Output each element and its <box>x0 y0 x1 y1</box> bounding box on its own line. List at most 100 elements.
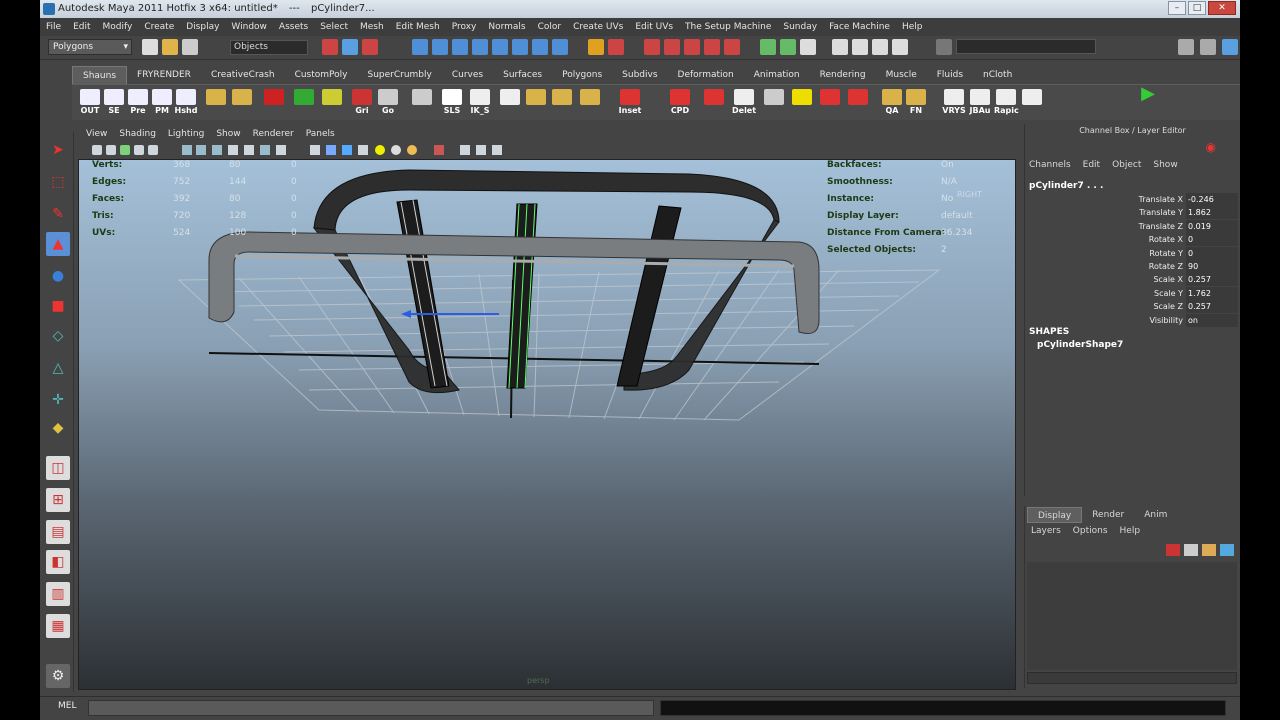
attr-value[interactable]: 1.862 <box>1186 206 1238 220</box>
new-scene-icon[interactable] <box>142 39 158 55</box>
shelf-button-icon-6[interactable] <box>230 89 254 117</box>
shelf-button-icon-18[interactable] <box>578 89 602 117</box>
layout-uv-icon[interactable]: ▦ <box>46 614 70 638</box>
shelf-tab-rendering[interactable]: Rendering <box>810 66 876 84</box>
menu-display[interactable]: Display <box>186 22 219 32</box>
shelf-button-pm[interactable]: PM <box>150 89 174 117</box>
open-scene-icon[interactable] <box>162 39 178 55</box>
attr-value[interactable]: 90 <box>1186 260 1238 273</box>
attr-row-scale-x[interactable]: Scale X 0.257 <box>1029 273 1238 287</box>
shelf-tab-ncloth[interactable]: nCloth <box>973 66 1022 84</box>
tool-settings-icon[interactable] <box>800 39 816 55</box>
rotate-tool-icon[interactable]: ● <box>46 264 70 288</box>
shelf-button-icon-17[interactable] <box>550 89 574 117</box>
layer-tab-anim[interactable]: Anim <box>1134 507 1177 523</box>
shelf-button-cpd[interactable]: CPD <box>668 89 692 117</box>
shelf-tab-polygons[interactable]: Polygons <box>552 66 612 84</box>
mel-label[interactable]: MEL <box>58 701 76 711</box>
snap-curve-icon[interactable] <box>432 39 448 55</box>
shelf-button-icon-21[interactable] <box>702 89 726 117</box>
lasso-tool-icon[interactable]: ⬚ <box>46 170 70 194</box>
attr-value[interactable]: 0 <box>1186 246 1238 260</box>
select-by-object-icon[interactable] <box>342 39 358 55</box>
menu-create-uvs[interactable]: Create UVs <box>573 22 623 32</box>
shelf-button-pre[interactable]: Pre <box>126 89 150 117</box>
channel-box-icon[interactable]: ◉ <box>1206 140 1216 154</box>
attr-value[interactable]: -0.246 <box>1186 193 1238 206</box>
minimize-icon[interactable]: – <box>1168 1 1186 15</box>
view-cube-label[interactable]: RIGHT <box>957 190 982 199</box>
shape-node-name[interactable]: pCylinderShape7 <box>1037 340 1123 350</box>
layout-persp-graph-icon[interactable]: ◧ <box>46 550 70 574</box>
attr-row-rotate-y[interactable]: Rotate Y0 <box>1029 246 1238 260</box>
menu-modify[interactable]: Modify <box>103 22 133 32</box>
new-empty-layer-icon[interactable] <box>1184 544 1198 556</box>
attr-row-scale-y[interactable]: Scale Y 1.762 <box>1029 286 1238 300</box>
attr-row-translate-y[interactable]: Translate Y 1.862 <box>1029 206 1238 220</box>
lock-icon[interactable] <box>588 39 604 55</box>
show-manipulator-icon[interactable]: ✛ <box>46 388 70 412</box>
attr-value[interactable]: on <box>1186 313 1238 327</box>
attr-row-visibility[interactable]: Visibility on <box>1029 313 1238 327</box>
uv-editor-icon[interactable] <box>872 39 888 55</box>
save-scene-icon[interactable] <box>182 39 198 55</box>
shelf-button-go[interactable]: Go <box>376 89 400 117</box>
shelf-button-ik-s[interactable]: IK_S <box>468 89 492 117</box>
layer-scrollbar[interactable] <box>1027 672 1237 684</box>
render-settings-icon[interactable] <box>684 39 700 55</box>
shelf-button-vrys[interactable]: VRYS <box>942 89 966 117</box>
shelf-button-icon-12[interactable] <box>410 89 434 117</box>
snap-grid-icon[interactable] <box>412 39 428 55</box>
show-hide-tool-icon[interactable] <box>1200 39 1216 55</box>
hypershade-icon[interactable] <box>704 39 720 55</box>
move-down-layer-icon[interactable] <box>1220 544 1234 556</box>
shelf-button-jbau[interactable]: JBAu <box>968 89 992 117</box>
shelf-tab-creativecrash[interactable]: CreativeCrash <box>201 66 285 84</box>
outliner-toggle-icon[interactable] <box>760 39 776 55</box>
shelf-tab-fryrender[interactable]: FRYRENDER <box>127 66 201 84</box>
shelf-button-gri[interactable]: Gri <box>350 89 374 117</box>
menu-edit-mesh[interactable]: Edit Mesh <box>396 22 440 32</box>
shelf-button-qa[interactable]: QA <box>880 89 904 117</box>
menu-help[interactable]: Help <box>902 22 923 32</box>
layer-menu-layers[interactable]: Layers <box>1031 526 1061 536</box>
viewport-menu-panels[interactable]: Panels <box>306 129 335 139</box>
viewport-toolbar-icons[interactable] <box>78 142 1016 159</box>
shelf-button-icon-23[interactable] <box>762 89 786 117</box>
shelf-button-out[interactable]: OUT <box>78 89 102 117</box>
soft-mod-tool-icon[interactable]: △ <box>46 356 70 380</box>
channel-menu-show[interactable]: Show <box>1153 160 1177 170</box>
selection-mode-field[interactable]: Objects <box>230 40 308 55</box>
layout-single-icon[interactable]: ◫ <box>46 456 70 480</box>
shelf-tab-deformation[interactable]: Deformation <box>668 66 744 84</box>
menu-proxy[interactable]: Proxy <box>452 22 477 32</box>
layer-list[interactable] <box>1027 562 1237 670</box>
viewport-menu-show[interactable]: Show <box>216 129 240 139</box>
viewport-menu-view[interactable]: View <box>86 129 107 139</box>
graph-editor-icon[interactable] <box>852 39 868 55</box>
maximize-icon[interactable]: □ <box>1188 1 1206 15</box>
construction-icon[interactable] <box>532 39 548 55</box>
menu-assets[interactable]: Assets <box>279 22 308 32</box>
move-tool-icon[interactable]: ▲ <box>46 232 70 256</box>
close-icon[interactable]: ✕ <box>1208 1 1236 15</box>
shelf-arrow-icon[interactable]: ▶ <box>1136 85 1160 117</box>
scale-tool-icon[interactable]: ■ <box>46 294 70 318</box>
ipr-render-icon[interactable] <box>664 39 680 55</box>
channel-menu-object[interactable]: Object <box>1112 160 1141 170</box>
menu-window[interactable]: Window <box>231 22 267 32</box>
shelf-button-delet[interactable]: Delet <box>732 89 756 117</box>
shelf-button-icon-8[interactable] <box>292 89 316 117</box>
layout-four-icon[interactable]: ⊞ <box>46 488 70 512</box>
shelf-button-inset[interactable]: Inset <box>618 89 642 117</box>
menu-create[interactable]: Create <box>144 22 174 32</box>
menu-edit[interactable]: Edit <box>73 22 90 32</box>
move-up-layer-icon[interactable] <box>1202 544 1216 556</box>
layer-tab-display[interactable]: Display <box>1027 507 1083 523</box>
channel-menu-edit[interactable]: Edit <box>1083 160 1100 170</box>
show-hide-channel-box-icon[interactable] <box>1222 39 1238 55</box>
mel-input[interactable] <box>88 700 654 716</box>
shelf-button-icon-24[interactable] <box>790 89 814 117</box>
shelf-tab-supercrumbly[interactable]: SuperCrumbly <box>357 66 441 84</box>
attr-value[interactable]: 1.762 <box>1186 286 1238 300</box>
